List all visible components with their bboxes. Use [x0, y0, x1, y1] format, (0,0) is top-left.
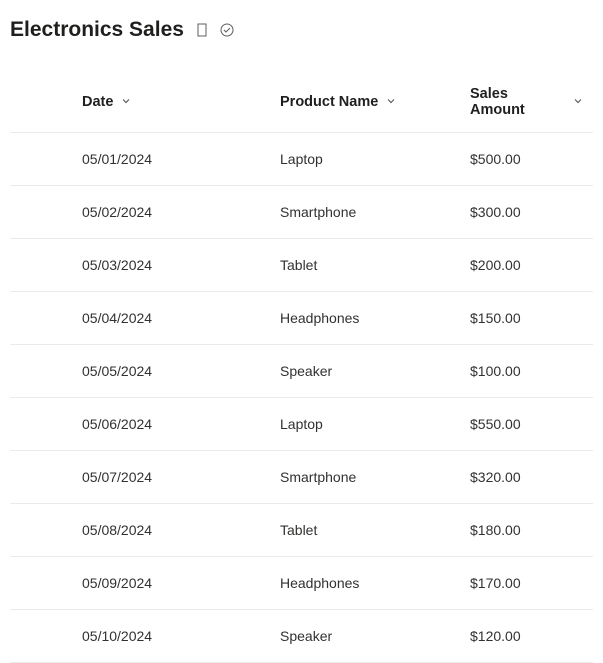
table-row[interactable]: 05/10/2024Speaker$120.00	[10, 610, 593, 663]
chevron-down-icon	[386, 94, 396, 110]
cell-amount: $550.00	[460, 398, 593, 451]
cell-amount: $170.00	[460, 557, 593, 610]
cell-product: Laptop	[270, 133, 460, 186]
sales-table: Date Product Name	[10, 74, 593, 663]
table-row[interactable]: 05/01/2024Laptop$500.00	[10, 133, 593, 186]
cell-date: 05/07/2024	[10, 451, 270, 504]
cell-date: 05/09/2024	[10, 557, 270, 610]
cell-date: 05/06/2024	[10, 398, 270, 451]
table-row[interactable]: 05/06/2024Laptop$550.00	[10, 398, 593, 451]
cell-amount: $180.00	[460, 504, 593, 557]
cell-product: Smartphone	[270, 451, 460, 504]
table-header-row: Date Product Name	[10, 74, 593, 133]
cell-date: 05/01/2024	[10, 133, 270, 186]
cell-date: 05/04/2024	[10, 292, 270, 345]
chevron-down-icon	[573, 94, 583, 110]
column-label: Product Name	[280, 94, 378, 110]
check-circle-icon[interactable]	[220, 23, 234, 37]
column-label: Sales Amount	[470, 86, 565, 118]
table-row[interactable]: 05/05/2024Speaker$100.00	[10, 345, 593, 398]
table-row[interactable]: 05/04/2024Headphones$150.00	[10, 292, 593, 345]
column-header-product[interactable]: Product Name	[270, 74, 460, 133]
cell-date: 05/02/2024	[10, 186, 270, 239]
page-title: Electronics Sales	[10, 18, 184, 42]
column-header-amount[interactable]: Sales Amount	[460, 74, 593, 133]
cell-amount: $150.00	[460, 292, 593, 345]
cell-product: Headphones	[270, 557, 460, 610]
cell-product: Speaker	[270, 610, 460, 663]
cell-date: 05/03/2024	[10, 239, 270, 292]
table-row[interactable]: 05/09/2024Headphones$170.00	[10, 557, 593, 610]
bookmark-icon[interactable]	[196, 23, 208, 37]
cell-amount: $200.00	[460, 239, 593, 292]
cell-product: Laptop	[270, 398, 460, 451]
cell-date: 05/10/2024	[10, 610, 270, 663]
chevron-down-icon	[121, 94, 131, 110]
table-row[interactable]: 05/03/2024Tablet$200.00	[10, 239, 593, 292]
table-row[interactable]: 05/07/2024Smartphone$320.00	[10, 451, 593, 504]
column-label: Date	[82, 94, 113, 110]
cell-amount: $500.00	[460, 133, 593, 186]
table-row[interactable]: 05/08/2024Tablet$180.00	[10, 504, 593, 557]
cell-amount: $100.00	[460, 345, 593, 398]
cell-amount: $320.00	[460, 451, 593, 504]
sales-table-container: Date Product Name	[0, 50, 603, 663]
cell-product: Speaker	[270, 345, 460, 398]
column-header-date[interactable]: Date	[10, 74, 270, 133]
table-row[interactable]: 05/02/2024Smartphone$300.00	[10, 186, 593, 239]
cell-amount: $120.00	[460, 610, 593, 663]
cell-date: 05/08/2024	[10, 504, 270, 557]
cell-product: Smartphone	[270, 186, 460, 239]
cell-amount: $300.00	[460, 186, 593, 239]
cell-product: Tablet	[270, 239, 460, 292]
cell-product: Tablet	[270, 504, 460, 557]
cell-date: 05/05/2024	[10, 345, 270, 398]
page-header: Electronics Sales	[0, 0, 603, 50]
cell-product: Headphones	[270, 292, 460, 345]
